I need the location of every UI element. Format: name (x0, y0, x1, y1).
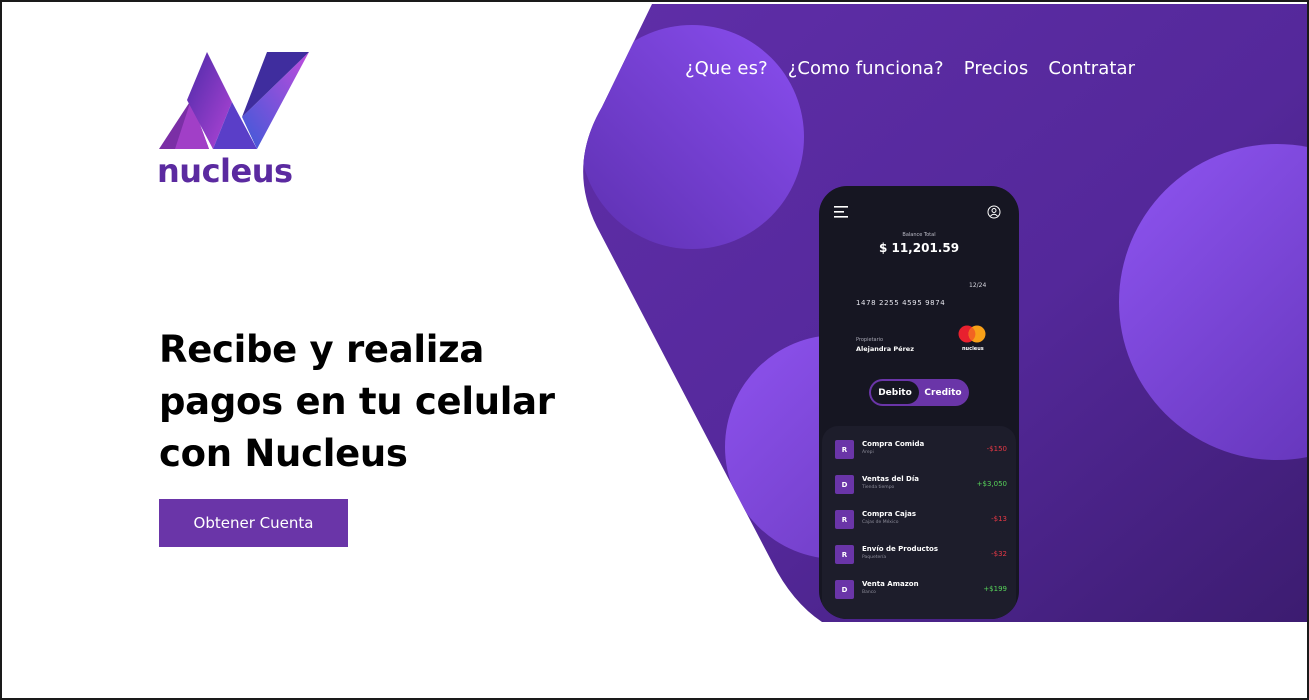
nav-link-que-es[interactable]: ¿Que es? (685, 58, 768, 79)
transaction-title: Envío de Productos (862, 545, 939, 553)
transaction-badge: D (835, 580, 854, 599)
phone-mockup: Balance Total $ 11,201.59 12/24 1478 225… (819, 186, 1019, 619)
transaction-amount: +$199 (983, 585, 1007, 593)
landing-page: nucleus ¿Que es? ¿Como funciona? Precios… (0, 0, 1309, 700)
transaction-subtitle: Cajas de México (862, 520, 899, 525)
transaction-row[interactable]: D Venta Amazon Banco +$199 (835, 580, 1007, 602)
transaction-subtitle: Paquetería (862, 555, 887, 560)
debit-tab[interactable]: Debito (871, 381, 919, 404)
transaction-amount: +$3,050 (976, 480, 1007, 488)
hero-headline: Recibe y realiza pagos en tu celular con… (159, 328, 555, 475)
transaction-title: Venta Amazon (862, 580, 919, 588)
transaction-badge: R (835, 440, 854, 459)
get-account-button[interactable]: Obtener Cuenta (159, 499, 348, 547)
transaction-amount: -$13 (991, 515, 1007, 523)
nav-link-como-funciona[interactable]: ¿Como funciona? (788, 58, 944, 79)
transaction-title: Compra Cajas (862, 510, 917, 518)
card-brand-label: nucleus (962, 346, 984, 352)
balance-value: $ 11,201.59 (878, 241, 960, 255)
transaction-subtitle: Tienda tiempo (862, 485, 895, 490)
transaction-amount: -$150 (986, 445, 1007, 453)
card-owner-name: Alejandra Pérez (856, 345, 914, 353)
transaction-title: Ventas del Día (862, 475, 919, 483)
transaction-badge: D (835, 475, 854, 494)
mastercard-icon (958, 325, 986, 343)
card-expiry: 12/24 (969, 282, 987, 289)
brand-wordmark: nucleus (157, 152, 293, 190)
transaction-title: Compra Comida (862, 440, 925, 448)
hamburger-menu-icon[interactable] (834, 205, 850, 219)
user-profile-icon[interactable] (987, 205, 1001, 219)
transaction-badge: R (835, 510, 854, 529)
transaction-amount: -$32 (991, 550, 1007, 558)
transaction-row[interactable]: R Compra Comida Arepi -$150 (835, 440, 1007, 462)
balance-label: Balance Total (902, 232, 936, 238)
card-number: 1478 2255 4595 9874 (856, 299, 946, 307)
nav-link-precios[interactable]: Precios (964, 58, 1029, 79)
transactions-list: R Compra Comida Arepi -$150 D Ventas del… (822, 426, 1016, 619)
transaction-row[interactable]: D Ventas del Día Tienda tiempo +$3,050 (835, 475, 1007, 497)
transaction-badge: R (835, 545, 854, 564)
card-owner-label: Propietario (856, 337, 884, 343)
transaction-row[interactable]: R Envío de Productos Paquetería -$32 (835, 545, 1007, 567)
nav-link-contratar[interactable]: Contratar (1048, 58, 1135, 79)
top-nav: ¿Que es? ¿Como funciona? Precios Contrat… (685, 58, 1135, 79)
transaction-subtitle: Arepi (862, 450, 874, 455)
transaction-row[interactable]: R Compra Cajas Cajas de México -$13 (835, 510, 1007, 532)
credit-tab[interactable]: Credito (919, 381, 967, 404)
transaction-subtitle: Banco (862, 590, 876, 595)
card-type-toggle: Debito Credito (869, 379, 969, 406)
